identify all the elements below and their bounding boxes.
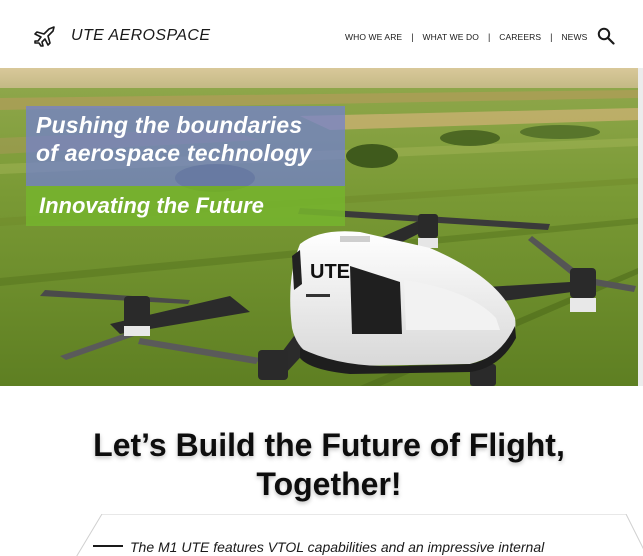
hero-banner: UTE Pushing the boundaries of aerospace … [0,68,638,386]
nav-who-we-are[interactable]: WHO WE ARE [345,32,402,42]
nav-careers[interactable]: CAREERS [499,32,541,42]
nav-separator: | [411,32,414,42]
nav-separator: | [550,32,553,42]
nav-what-we-do[interactable]: WHAT WE DO [423,32,479,42]
brand-name[interactable]: UTE AEROSPACE [71,27,210,45]
site-header: UTE AEROSPACE WHO WE ARE | WHAT WE DO | … [0,0,643,68]
drone-badge: UTE [310,261,350,283]
nav-separator: | [487,32,491,42]
scrollbar-track[interactable] [638,68,643,386]
section-heading: Let’s Build the Future of Flight, Togeth… [0,426,643,504]
nav-news[interactable]: NEWS [561,32,587,42]
description-dash [93,545,123,547]
hero-tagline-line2: of aerospace technology [36,140,312,166]
airplane-icon[interactable] [33,24,57,48]
heading-line1: Let’s Build the Future of Flight, [93,427,565,463]
hero-subtagline: Innovating the Future [26,186,345,226]
hero-tagline-line1: Pushing the boundaries [36,112,303,138]
hero-subtagline-text: Innovating the Future [39,193,264,218]
main-nav: WHO WE ARE | WHAT WE DO | CAREERS | NEWS [345,31,587,43]
feature-description: The M1 UTE features VTOL capabilities an… [130,539,545,555]
search-icon[interactable] [597,27,615,45]
heading-line2: Together! [256,466,402,502]
hero-tagline: Pushing the boundaries of aerospace tech… [26,106,345,186]
